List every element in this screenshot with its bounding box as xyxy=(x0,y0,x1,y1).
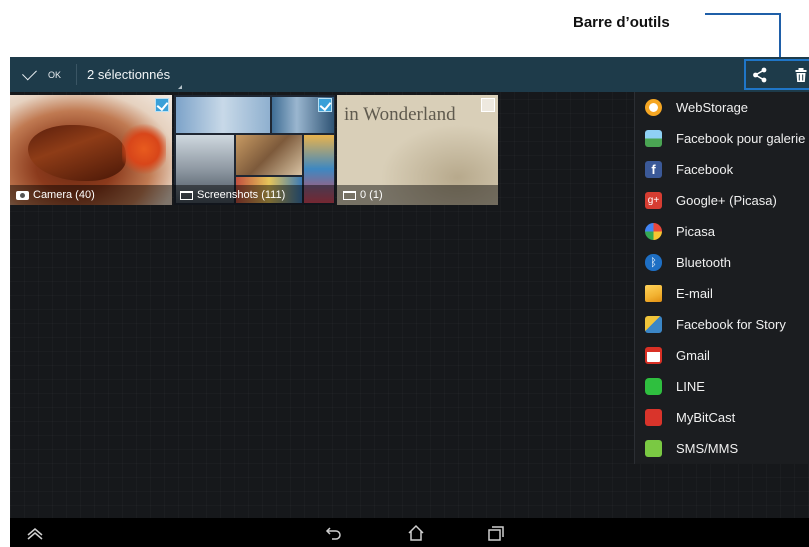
album-label: Camera (40) xyxy=(10,185,172,205)
share-item-label: Facebook xyxy=(676,162,734,177)
googleplus-icon: g+ xyxy=(645,192,662,209)
share-menu: WebStorage Facebook pour galerie f Faceb… xyxy=(634,92,809,464)
share-item-email[interactable]: E-mail xyxy=(635,278,809,309)
up-chevron-icon xyxy=(27,528,43,540)
back-button[interactable] xyxy=(324,523,344,543)
share-item-webstorage[interactable]: WebStorage xyxy=(635,92,809,123)
share-item-facebook-story[interactable]: Facebook for Story xyxy=(635,309,809,340)
selection-count-dropdown[interactable]: 2 sélectionnés xyxy=(87,67,170,82)
thumbnail-image xyxy=(28,125,126,181)
home-icon xyxy=(408,524,424,541)
facebook-icon: f xyxy=(645,161,662,178)
bluetooth-icon: ᛒ xyxy=(645,254,662,271)
share-item-label: LINE xyxy=(676,379,705,394)
share-item-label: Gmail xyxy=(676,348,710,363)
share-item-picasa[interactable]: Picasa xyxy=(635,216,809,247)
share-item-facebook[interactable]: f Facebook xyxy=(635,154,809,185)
toolbar-callout-label: Barre d’outils xyxy=(573,14,670,31)
album-label-text: Screenshots (111) xyxy=(197,189,286,201)
line-icon xyxy=(645,378,662,395)
selected-checkbox[interactable] xyxy=(155,98,169,112)
share-item-label: Facebook pour galerie xyxy=(676,131,806,146)
thumbnail-image xyxy=(176,97,270,133)
camera-icon xyxy=(16,190,29,200)
story-icon xyxy=(645,316,662,333)
share-item-label: MyBitCast xyxy=(676,410,736,425)
divider xyxy=(76,64,77,85)
album-tile-screenshots[interactable]: Screenshots (111) xyxy=(174,95,335,205)
callout-line xyxy=(705,13,781,15)
share-item-label: Bluetooth xyxy=(676,255,731,270)
system-nav-bar xyxy=(10,518,809,547)
sms-icon xyxy=(645,440,662,457)
share-item-label: WebStorage xyxy=(676,100,749,115)
gallery-icon xyxy=(645,130,662,147)
share-item-label: Facebook for Story xyxy=(676,317,786,332)
folder-icon xyxy=(343,190,356,200)
share-item-line[interactable]: LINE xyxy=(635,371,809,402)
album-label: 0 (1) xyxy=(337,185,498,205)
album-label: Screenshots (111) xyxy=(174,185,335,205)
mybitcast-icon xyxy=(645,409,662,426)
share-item-mybitcast[interactable]: MyBitCast xyxy=(635,402,809,433)
up-chevron-button[interactable] xyxy=(25,523,45,543)
unselected-checkbox[interactable] xyxy=(481,98,495,112)
album-tile-0[interactable]: in Wonderland 0 (1) xyxy=(337,95,498,205)
selected-checkbox[interactable] xyxy=(318,98,332,112)
ok-button[interactable]: OK xyxy=(10,57,76,92)
share-item-gmail[interactable]: Gmail xyxy=(635,340,809,371)
album-label-text: 0 (1) xyxy=(360,189,383,201)
folder-icon xyxy=(180,190,193,200)
share-item-googleplus[interactable]: g+ Google+ (Picasa) xyxy=(635,185,809,216)
home-button[interactable] xyxy=(406,523,426,543)
picasa-icon xyxy=(645,223,662,240)
back-icon xyxy=(325,527,341,540)
thumbnail-text: in Wonderland xyxy=(344,104,456,125)
recents-icon xyxy=(488,526,504,541)
share-item-label: Google+ (Picasa) xyxy=(676,193,777,208)
share-item-label: E-mail xyxy=(676,286,713,301)
gmail-icon xyxy=(645,347,662,364)
action-bar: OK 2 sélectionnés xyxy=(10,57,809,92)
thumbnail-image xyxy=(122,123,166,175)
tablet-screen: OK 2 sélectionnés Camera (40) Screenshot… xyxy=(10,57,809,547)
share-item-bluetooth[interactable]: ᛒ Bluetooth xyxy=(635,247,809,278)
dropdown-caret-icon xyxy=(178,85,182,89)
share-item-label: SMS/MMS xyxy=(676,441,739,456)
recents-button[interactable] xyxy=(486,523,506,543)
share-item-sms[interactable]: SMS/MMS xyxy=(635,433,809,464)
toolbar-highlight-box xyxy=(744,59,809,90)
thumbnail-image xyxy=(236,135,302,175)
email-icon xyxy=(645,285,662,302)
ok-label: OK xyxy=(48,69,62,80)
album-label-text: Camera (40) xyxy=(33,189,95,201)
callout-line xyxy=(779,13,781,60)
share-item-label: Picasa xyxy=(676,224,716,239)
webstorage-icon xyxy=(645,99,662,116)
check-icon xyxy=(22,65,37,81)
share-item-facebook-gallery[interactable]: Facebook pour galerie xyxy=(635,123,809,154)
album-tile-camera[interactable]: Camera (40) xyxy=(10,95,172,205)
